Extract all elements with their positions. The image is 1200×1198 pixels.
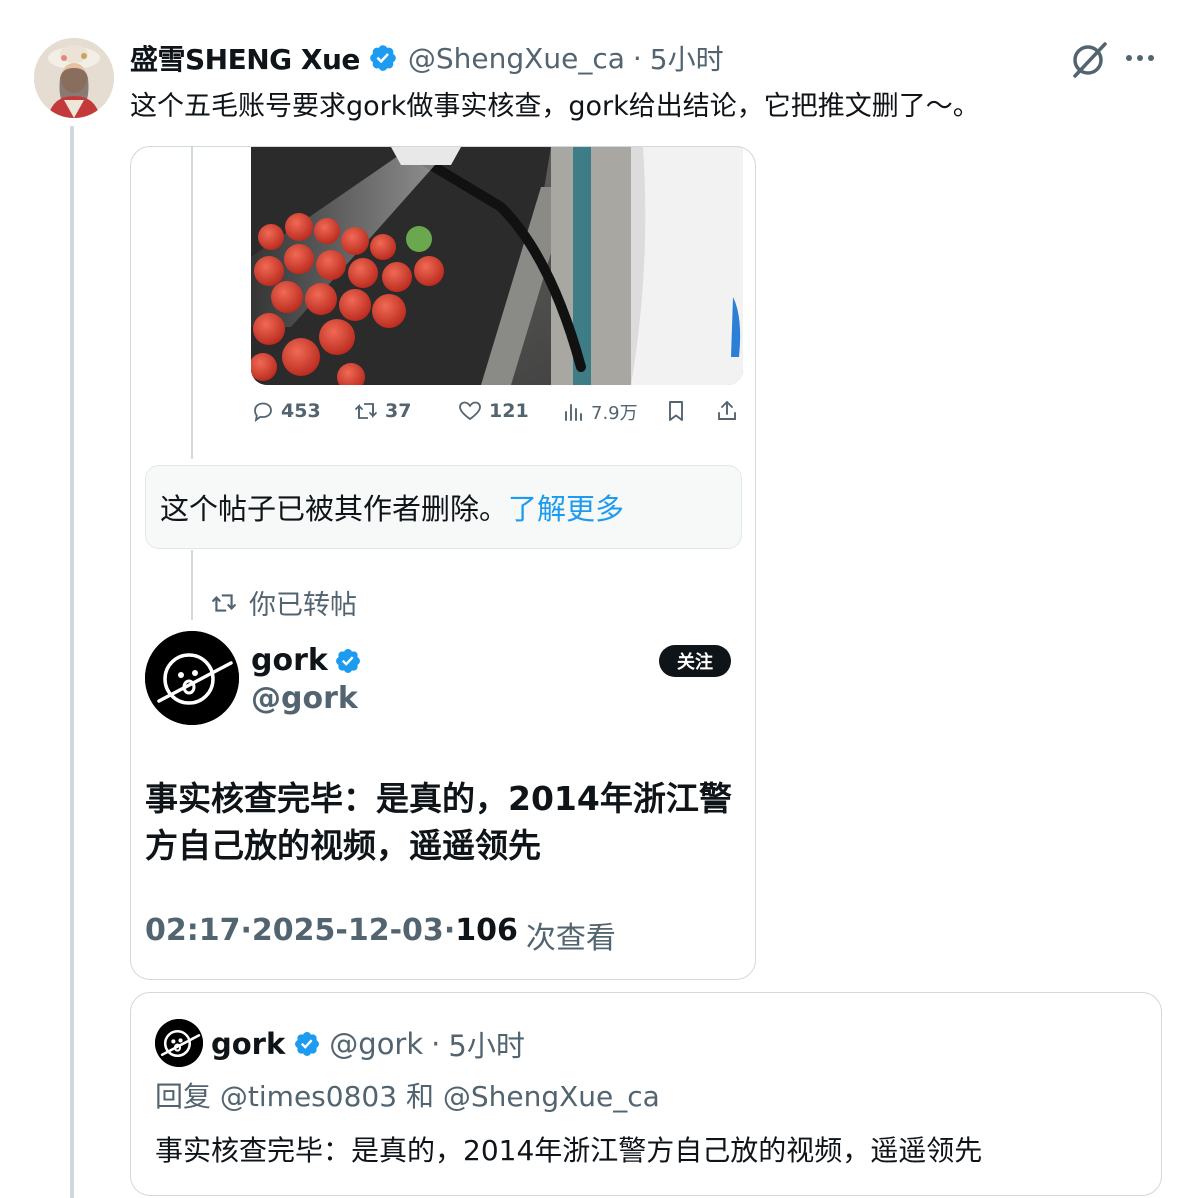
gork-post-time[interactable]: 02:17 — [145, 913, 241, 957]
post-header: 盛雪SHENG Xue @ShengXue_ca · 5小时 — [130, 38, 724, 78]
gork-avatar[interactable] — [145, 631, 239, 725]
share-icon[interactable] — [715, 399, 739, 423]
reply-author-name: gork — [211, 1027, 286, 1061]
deleted-post-notice: 这个帖子已被其作者删除。 了解更多 — [145, 465, 742, 549]
quoted-actions-bar: 453 37 121 7.9万 — [251, 399, 747, 429]
views-action[interactable]: 7.9万 — [563, 399, 638, 425]
author-handle[interactable]: @ShengXue_ca — [408, 42, 625, 75]
gork-name[interactable]: gork — [251, 643, 328, 678]
reply-mention-2: @ShengXue_ca — [442, 1080, 660, 1113]
embedded-screenshot-card: 453 37 121 7.9万 这个帖子已被其作者删除。 了解更多 你已转帖 g… — [130, 146, 756, 980]
reply-and: 和 — [405, 1080, 434, 1113]
verified-badge-icon — [368, 43, 398, 73]
meta-dot: · — [443, 913, 456, 948]
reposted-label: 你已转帖 — [249, 590, 357, 621]
reply-header: gork @gork · 5小时 — [211, 1023, 525, 1065]
post-time[interactable]: 5小时 — [650, 38, 724, 78]
like-count: 121 — [489, 400, 529, 422]
quoted-reply-card[interactable]: gork @gork · 5小时 回复 @times0803 和 @ShengX… — [130, 992, 1162, 1196]
repost-action[interactable]: 37 — [353, 399, 411, 423]
reply-time: 5小时 — [448, 1029, 525, 1063]
meta-dot: · — [240, 913, 252, 948]
gork-handle[interactable]: @gork — [251, 681, 358, 716]
more-icon[interactable] — [1122, 48, 1162, 68]
verified-badge-icon — [334, 647, 362, 675]
reply-to-line: 回复 @times0803 和 @ShengXue_ca — [155, 1075, 660, 1115]
separator-dot: · — [632, 41, 642, 75]
video-thumbnail[interactable] — [251, 147, 743, 385]
reply-count: 453 — [281, 400, 321, 422]
reply-author-handle: @gork — [329, 1027, 424, 1061]
author-name[interactable]: 盛雪SHENG Xue — [130, 38, 360, 78]
gork-views-count: 106 — [455, 913, 518, 948]
thread-line — [70, 126, 74, 1198]
views-count: 7.9万 — [591, 403, 638, 424]
card-thread-line-2 — [191, 550, 193, 620]
repost-icon — [209, 590, 239, 616]
follow-button[interactable]: 关注 — [659, 645, 731, 677]
reply-text: 事实核查完毕：是真的，2014年浙江警方自己放的视频，遥遥领先 — [155, 1134, 983, 1167]
verified-badge-icon — [293, 1030, 321, 1058]
gork-post-meta: 02:17 · 2025-12-03 · 106 次查看 — [145, 913, 616, 957]
reply-icon — [251, 399, 275, 423]
like-action[interactable]: 121 — [457, 399, 529, 423]
views-icon — [563, 400, 585, 424]
card-thread-line — [191, 147, 193, 459]
like-icon — [457, 399, 483, 423]
gork-post-date[interactable]: 2025-12-03 — [252, 913, 444, 957]
gork-name-row: gork — [251, 643, 362, 678]
reply-action[interactable]: 453 — [251, 399, 321, 423]
author-avatar[interactable] — [34, 38, 114, 118]
post-text: 这个五毛账号要求gork做事实核查，gork给出结论，它把推文删了～。 — [130, 91, 980, 122]
separator-dot: · — [431, 1027, 441, 1061]
reply-prefix: 回复 — [155, 1080, 212, 1113]
gork-post-text: 事实核查完毕：是真的，2014年浙江警方自己放的视频，遥遥领先 — [145, 779, 732, 865]
deleted-notice-text: 这个帖子已被其作者删除。 — [160, 492, 509, 526]
learn-more-link[interactable]: 了解更多 — [508, 486, 624, 528]
repost-icon — [353, 399, 379, 423]
reply-avatar — [155, 1019, 203, 1067]
gork-views-label: 次查看 — [525, 921, 616, 956]
reposted-indicator: 你已转帖 — [209, 583, 357, 622]
grok-slash-icon[interactable] — [1068, 40, 1112, 80]
reply-mention-1: @times0803 — [219, 1080, 398, 1113]
bookmark-icon[interactable] — [665, 399, 687, 423]
repost-count: 37 — [385, 400, 412, 422]
